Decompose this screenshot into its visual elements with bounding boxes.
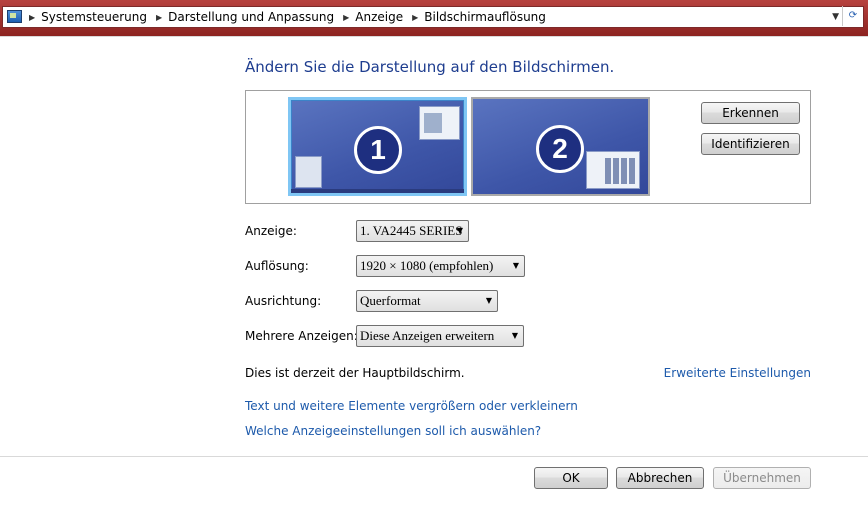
- detect-button[interactable]: Erkennen: [701, 102, 800, 124]
- multiple-displays-label: Mehrere Anzeigen:: [245, 329, 358, 343]
- breadcrumb-bildschirmaufloesung[interactable]: Bildschirmauflösung: [424, 10, 546, 24]
- address-bar[interactable]: ▶ Systemsteuerung ▶ Darstellung und Anpa…: [2, 6, 864, 28]
- monitor-preview-panel: 1 2 Erkennen Identifizieren: [245, 90, 811, 204]
- display-label: Anzeige:: [245, 224, 297, 238]
- chevron-down-icon: ▼: [512, 261, 519, 270]
- cancel-button[interactable]: Abbrechen: [616, 467, 704, 489]
- header-divider: [0, 36, 868, 37]
- chevron-right-icon[interactable]: ▶: [156, 13, 162, 22]
- chevron-right-icon[interactable]: ▶: [29, 13, 35, 22]
- orientation-select[interactable]: Querformat ▼: [356, 290, 498, 312]
- text-size-link[interactable]: Text und weitere Elemente vergrößern ode…: [245, 399, 578, 413]
- resolution-label: Auflösung:: [245, 259, 309, 273]
- start-menu-thumbnail-icon: [295, 156, 322, 188]
- chevron-right-icon[interactable]: ▶: [412, 13, 418, 22]
- main-display-status: Dies ist derzeit der Hauptbildschirm.: [245, 366, 465, 380]
- identify-button[interactable]: Identifizieren: [701, 133, 800, 155]
- orientation-label: Ausrichtung:: [245, 294, 322, 308]
- breadcrumb-anzeige[interactable]: Anzeige: [355, 10, 403, 24]
- chevron-down-icon: ▼: [485, 296, 492, 305]
- control-panel-icon[interactable]: [7, 10, 22, 23]
- breadcrumb-darstellung[interactable]: Darstellung und Anpassung: [168, 10, 334, 24]
- page-title: Ändern Sie die Darstellung auf den Bilds…: [245, 58, 615, 76]
- footer-divider: [0, 456, 868, 457]
- chevron-down-icon: ▼: [456, 226, 463, 235]
- monitor-number-badge: 1: [354, 126, 402, 174]
- monitor-2[interactable]: 2: [471, 97, 650, 196]
- monitor-number-badge: 2: [536, 125, 584, 173]
- chevron-down-icon[interactable]: ▼: [832, 7, 839, 27]
- ok-button[interactable]: OK: [534, 467, 608, 489]
- address-bar-frame: ▶ Systemsteuerung ▶ Darstellung und Anpa…: [0, 0, 868, 36]
- refresh-icon[interactable]: ⟳: [842, 6, 863, 26]
- window-thumbnail-icon: [419, 106, 460, 140]
- breadcrumb: ▶ Systemsteuerung ▶ Darstellung und Anpa…: [29, 7, 555, 27]
- monitor-1[interactable]: 1: [288, 97, 467, 196]
- display-select-value: 1. VA2445 SERIES: [360, 223, 463, 238]
- multiple-displays-select-value: Diese Anzeigen erweitern: [360, 328, 495, 343]
- apply-button[interactable]: Übernehmen: [713, 467, 811, 489]
- resolution-select[interactable]: 1920 × 1080 (empfohlen) ▼: [356, 255, 525, 277]
- breadcrumb-systemsteuerung[interactable]: Systemsteuerung: [41, 10, 147, 24]
- taskbar-thumbnail: [291, 189, 464, 193]
- display-select[interactable]: 1. VA2445 SERIES ▼: [356, 220, 469, 242]
- multiple-displays-select[interactable]: Diese Anzeigen erweitern ▼: [356, 325, 524, 347]
- orientation-select-value: Querformat: [360, 293, 421, 308]
- chevron-right-icon[interactable]: ▶: [343, 13, 349, 22]
- chevron-down-icon: ▼: [511, 331, 518, 340]
- which-settings-link[interactable]: Welche Anzeigeeinstellungen soll ich aus…: [245, 424, 541, 438]
- resolution-select-value: 1920 × 1080 (empfohlen): [360, 258, 494, 273]
- desktop-icons-thumbnail-icon: [586, 151, 640, 189]
- advanced-settings-link[interactable]: Erweiterte Einstellungen: [664, 366, 811, 380]
